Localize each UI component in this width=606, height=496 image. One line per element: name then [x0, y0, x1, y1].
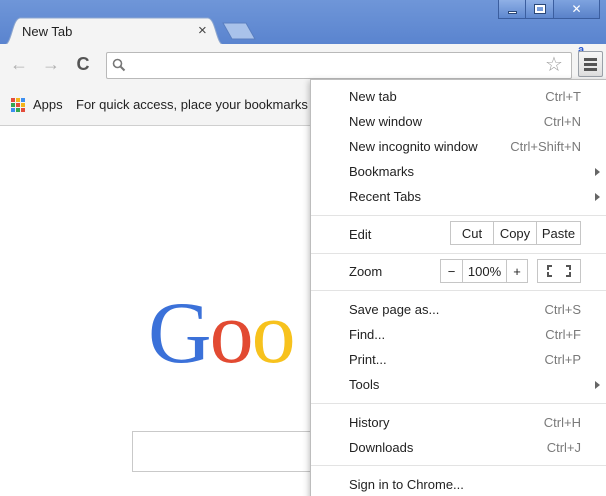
search-icon	[112, 58, 126, 72]
menu-item-sign-in[interactable]: Sign in to Chrome...	[349, 477, 464, 492]
shortcut-new-tab: Ctrl+T	[545, 89, 581, 104]
menu-divider	[311, 290, 606, 291]
copy-button[interactable]: Copy	[493, 222, 536, 244]
menu-item-new-window[interactable]: New window	[349, 114, 422, 129]
submenu-arrow-icon	[595, 193, 600, 201]
shortcut-print: Ctrl+P	[544, 352, 581, 367]
close-window-button[interactable]: ✕	[554, 0, 600, 19]
fullscreen-icon	[547, 265, 552, 270]
zoom-in-button[interactable]: +	[506, 260, 527, 282]
menu-item-zoom: Zoom	[349, 264, 383, 279]
shortcut-save-page: Ctrl+S	[544, 302, 581, 317]
shortcut-downloads: Ctrl+J	[546, 440, 581, 455]
reload-button[interactable]: C	[71, 52, 95, 76]
back-arrow-icon: ←	[10, 53, 28, 74]
menu-item-new-tab[interactable]: New tab	[349, 89, 397, 104]
menu-item-new-incognito[interactable]: New incognito window	[349, 139, 478, 154]
google-logo: Goo	[148, 285, 296, 382]
paste-button[interactable]: Paste	[536, 222, 580, 244]
new-tab-button[interactable]	[222, 22, 256, 40]
menu-item-tools[interactable]: Tools	[349, 377, 379, 392]
menu-item-recent-tabs[interactable]: Recent Tabs	[349, 189, 421, 204]
zoom-level: 100%	[462, 260, 506, 282]
submenu-arrow-icon	[595, 381, 600, 389]
chrome-menu: New tab Ctrl+T New window Ctrl+N New inc…	[310, 79, 606, 496]
submenu-arrow-icon	[595, 168, 600, 176]
bookmarks-hint: For quick access, place your bookmarks	[76, 97, 308, 112]
minimize-button[interactable]	[498, 0, 526, 19]
apps-shortcut[interactable]: Apps	[33, 97, 63, 112]
menu-divider	[311, 403, 606, 404]
shortcut-new-window: Ctrl+N	[543, 114, 581, 129]
edit-button-group: Cut Copy Paste	[450, 221, 581, 245]
reload-icon: C	[76, 53, 90, 74]
menu-divider	[311, 465, 606, 466]
minimize-icon	[507, 10, 517, 14]
tab-close-button[interactable]: ×	[198, 22, 207, 39]
menu-item-save-page[interactable]: Save page as...	[349, 302, 439, 317]
forward-button[interactable]: →	[39, 52, 63, 76]
maximize-icon	[533, 4, 546, 14]
menu-item-bookmarks[interactable]: Bookmarks	[349, 164, 414, 179]
omnibox-input[interactable]	[106, 52, 572, 79]
tab-title: New Tab	[22, 24, 73, 39]
shortcut-history: Ctrl+H	[543, 415, 581, 430]
fullscreen-button[interactable]	[537, 259, 581, 283]
cut-button[interactable]: Cut	[451, 222, 493, 244]
menu-item-find[interactable]: Find...	[349, 327, 385, 342]
shortcut-find: Ctrl+F	[545, 327, 581, 342]
shortcut-new-incognito: Ctrl+Shift+N	[510, 139, 581, 154]
bookmark-star-icon[interactable]: ☆	[545, 52, 563, 77]
window-controls: ✕	[498, 0, 600, 19]
menu-divider	[311, 253, 606, 254]
menu-item-history[interactable]: History	[349, 415, 389, 430]
maximize-button[interactable]	[526, 0, 554, 19]
back-button[interactable]: ←	[7, 52, 31, 76]
apps-grid-icon[interactable]	[11, 98, 25, 112]
menu-divider	[311, 215, 606, 216]
menu-item-downloads[interactable]: Downloads	[349, 440, 413, 455]
menu-item-print[interactable]: Print...	[349, 352, 387, 367]
forward-arrow-icon: →	[42, 53, 60, 74]
hamburger-icon	[584, 58, 597, 61]
zoom-out-button[interactable]: −	[441, 260, 462, 282]
zoom-control: − 100% +	[440, 259, 528, 283]
close-icon: ✕	[571, 2, 582, 16]
menu-item-edit: Edit	[349, 227, 372, 242]
chrome-menu-button[interactable]	[578, 51, 603, 77]
